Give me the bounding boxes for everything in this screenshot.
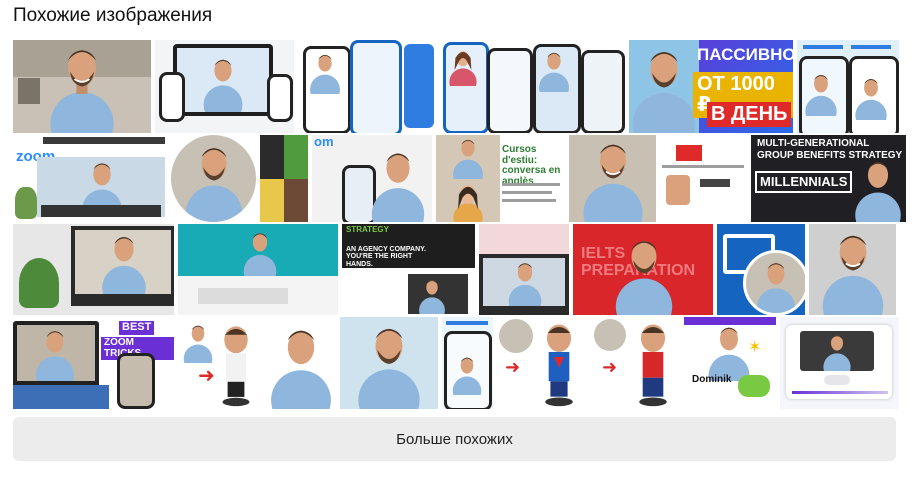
overlay-text: AN AGENCY COMPANY. YOU'RE THE RIGHT HAND… — [346, 246, 426, 268]
person-figure — [756, 263, 796, 313]
section-title: Похожие изображения — [13, 5, 213, 26]
image-thumbnail[interactable] — [780, 317, 899, 409]
overlay-text: BEST — [119, 321, 155, 335]
image-thumbnail[interactable] — [340, 317, 438, 409]
image-thumbnail[interactable] — [155, 40, 294, 133]
overlay-text: ПАССИВНО — [697, 45, 793, 64]
image-thumbnail[interactable]: ➜ — [497, 317, 588, 409]
bobblehead-figure — [639, 324, 667, 407]
bobblehead-figure — [545, 324, 573, 407]
person-figure — [708, 327, 750, 381]
person-figure — [358, 328, 420, 409]
image-thumbnail[interactable] — [660, 135, 747, 222]
image-thumbnail[interactable] — [260, 135, 308, 222]
overlay-text: Cursos d'estiu: conversa en anglès — [502, 144, 561, 187]
logo-text: STRATEGY — [346, 225, 389, 234]
image-thumbnail[interactable] — [809, 224, 896, 315]
image-thumbnail[interactable]: om — [312, 135, 432, 222]
person-figure — [310, 54, 340, 94]
person-figure — [452, 357, 482, 395]
person-figure — [583, 144, 643, 222]
person-figure — [822, 235, 884, 315]
image-thumbnail[interactable]: ➜ — [592, 317, 680, 409]
person-figure — [615, 241, 673, 315]
arrow-icon: ➜ — [198, 365, 215, 387]
more-similar-button[interactable]: Больше похожих — [13, 417, 896, 461]
person-figure — [508, 263, 542, 306]
image-thumbnail[interactable]: MULTI-GENERATIONAL GROUP BENEFITS STRATE… — [751, 135, 906, 222]
overlay-text: Dominik — [692, 374, 732, 385]
image-thumbnail[interactable]: STRATEGY AN AGENCY COMPANY. YOU'RE THE R… — [342, 224, 475, 315]
image-thumbnail[interactable] — [178, 224, 338, 315]
image-thumbnail[interactable]: ПАССИВНО ОТ 1000 ₽ В ДЕНЬ — [629, 40, 793, 133]
image-thumbnail[interactable]: BEST ZOOM TRICKS — [13, 317, 174, 409]
logo-text: om — [314, 135, 334, 149]
arrow-icon: ➜ — [505, 357, 521, 377]
person-figure — [419, 280, 445, 314]
image-thumbnail[interactable] — [797, 40, 899, 133]
image-thumbnail[interactable]: ➜ — [178, 317, 336, 409]
image-row-2: zoom om Cursos d'estiu: conversa en angl… — [13, 135, 906, 222]
image-thumbnail[interactable] — [717, 224, 805, 315]
person-figure — [453, 139, 483, 179]
sparkle-icon: ✶ — [748, 339, 762, 356]
overlay-text: В ДЕНЬ — [707, 102, 792, 127]
person-figure — [371, 153, 425, 222]
bobblehead-figure — [222, 326, 250, 407]
person-figure — [271, 330, 331, 409]
person-figure — [50, 50, 114, 133]
image-thumbnail[interactable] — [441, 40, 625, 133]
image-thumbnail[interactable] — [13, 224, 174, 315]
image-thumbnail[interactable]: Dominik ✶ — [684, 317, 776, 409]
image-thumbnail[interactable] — [442, 317, 493, 409]
image-row-1: ПАССИВНО ОТ 1000 ₽ В ДЕНЬ — [13, 40, 899, 133]
image-thumbnail[interactable] — [479, 224, 569, 315]
image-thumbnail[interactable]: zoom — [13, 135, 167, 222]
image-thumbnail[interactable]: Cursos d'estiu: conversa en anglès — [436, 135, 565, 222]
image-row-3: STRATEGY AN AGENCY COMPANY. YOU'RE THE R… — [13, 224, 896, 315]
person-figure — [449, 51, 477, 86]
overlay-text: MULTI-GENERATIONAL — [757, 138, 870, 149]
image-row-4: BEST ZOOM TRICKS ➜ ➜ — [13, 317, 899, 409]
image-thumbnail[interactable]: IELTS PREPARATION — [573, 224, 713, 315]
gamepad-icon — [738, 375, 770, 397]
person-figure — [35, 331, 75, 381]
person-figure — [633, 52, 695, 133]
image-thumbnail[interactable] — [13, 40, 151, 133]
person-figure — [185, 148, 243, 222]
person-figure — [203, 59, 243, 112]
person-figure — [183, 325, 213, 363]
person-figure — [539, 52, 569, 92]
arrow-icon: ➜ — [602, 357, 618, 377]
person-figure — [855, 162, 901, 222]
image-thumbnail[interactable] — [569, 135, 656, 222]
person-figure — [102, 237, 146, 294]
image-thumbnail[interactable] — [298, 40, 437, 133]
image-thumbnail[interactable] — [171, 135, 256, 222]
overlay-text: MILLENNIALS — [755, 171, 853, 193]
person-figure — [855, 79, 887, 120]
person-figure — [805, 75, 837, 116]
person-figure — [823, 335, 851, 371]
person-figure — [243, 233, 277, 276]
person-figure — [453, 185, 483, 222]
